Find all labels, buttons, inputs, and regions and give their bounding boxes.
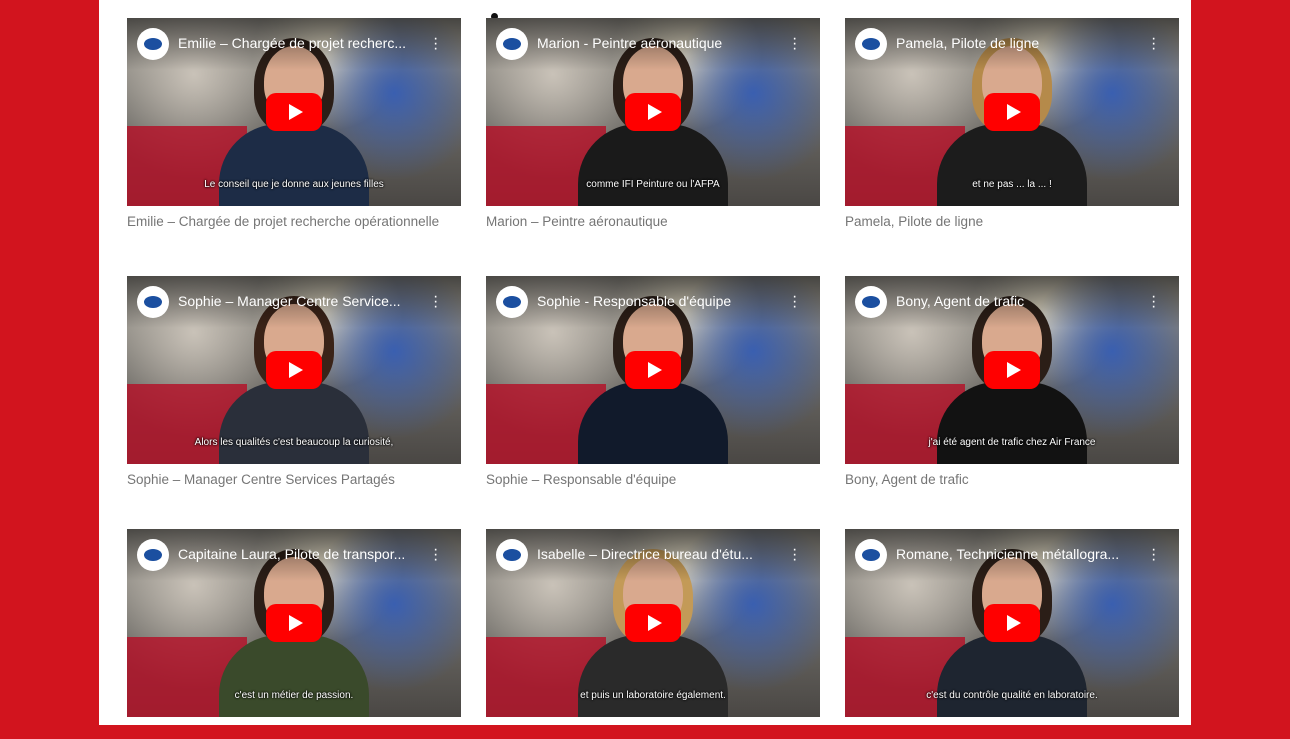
more-vert-icon[interactable]: · · · <box>433 289 438 315</box>
video-subtitle: c'est du contrôle qualité en laboratoire… <box>926 690 1098 701</box>
more-vert-icon[interactable]: · · · <box>792 542 797 568</box>
channel-logo-icon[interactable] <box>855 28 887 60</box>
content-panel: Emilie – Chargée de projet recherc... · ·… <box>99 0 1191 725</box>
more-vert-icon[interactable]: · · · <box>792 289 797 315</box>
youtube-play-icon[interactable] <box>984 93 1040 131</box>
more-vert-icon[interactable]: · · · <box>1151 31 1156 57</box>
video-subtitle: Le conseil que je donne aux jeunes fille… <box>204 179 384 190</box>
video-subtitle: et ne pas ... la ... ! <box>972 179 1052 190</box>
video-thumbnail[interactable]: Sophie - Responsable d'équipe · · · <box>486 276 820 464</box>
channel-logo-icon[interactable] <box>496 539 528 571</box>
video-card: Marion - Peintre aéronautique · · · comme … <box>486 18 820 276</box>
channel-logo-icon[interactable] <box>137 28 169 60</box>
video-card: Emilie – Chargée de projet recherc... · ·… <box>127 18 461 276</box>
video-title[interactable]: Sophie – Manager Centre Service... <box>178 293 418 309</box>
channel-logo-icon[interactable] <box>496 28 528 60</box>
video-card: Bony, Agent de trafic · · · j'ai été agent… <box>845 276 1179 529</box>
video-card: Capitaine Laura, Pilote de transpor... ·… <box>127 529 461 739</box>
youtube-play-icon[interactable] <box>266 93 322 131</box>
video-thumbnail[interactable]: Pamela, Pilote de ligne · · · et ne pas ..… <box>845 18 1179 206</box>
more-vert-icon[interactable]: · · · <box>792 31 797 57</box>
video-title[interactable]: Sophie - Responsable d'équipe <box>537 293 777 309</box>
youtube-play-icon[interactable] <box>625 93 681 131</box>
video-card: Sophie – Manager Centre Service... · · · A… <box>127 276 461 529</box>
video-thumbnail[interactable]: Isabelle – Directrice bureau d'étu... · ·… <box>486 529 820 717</box>
video-thumbnail[interactable]: Marion - Peintre aéronautique · · · comme … <box>486 18 820 206</box>
video-subtitle: Alors les qualités c'est beaucoup la cur… <box>194 437 394 448</box>
video-caption: Pamela, Pilote de ligne <box>845 214 984 229</box>
video-title[interactable]: Romane, Technicienne métallogra... <box>896 546 1136 562</box>
video-title[interactable]: Isabelle – Directrice bureau d'étu... <box>537 546 777 562</box>
channel-logo-icon[interactable] <box>496 286 528 318</box>
more-vert-icon[interactable]: · · · <box>1151 542 1156 568</box>
video-caption: Bony, Agent de trafic <box>845 472 969 487</box>
video-caption: Marion – Peintre aéronautique <box>486 214 668 229</box>
video-title[interactable]: Capitaine Laura, Pilote de transpor... <box>178 546 418 562</box>
video-card: Romane, Technicienne métallogra... · · · c… <box>845 529 1179 739</box>
video-subtitle: j'ai été agent de trafic chez Air France <box>928 437 1096 448</box>
video-title[interactable]: Pamela, Pilote de ligne <box>896 35 1136 51</box>
video-subtitle: comme IFI Peinture ou l'AFPA <box>586 179 720 190</box>
youtube-play-icon[interactable] <box>266 351 322 389</box>
youtube-play-icon[interactable] <box>984 604 1040 642</box>
more-vert-icon[interactable]: · · · <box>433 31 438 57</box>
youtube-play-icon[interactable] <box>984 351 1040 389</box>
youtube-play-icon[interactable] <box>266 604 322 642</box>
channel-logo-icon[interactable] <box>137 286 169 318</box>
video-card: Sophie - Responsable d'équipe · · · Sophie… <box>486 276 820 529</box>
youtube-play-icon[interactable] <box>625 604 681 642</box>
video-subtitle: c'est un métier de passion. <box>234 690 354 701</box>
video-thumbnail[interactable]: Capitaine Laura, Pilote de transpor... ·… <box>127 529 461 717</box>
channel-logo-icon[interactable] <box>855 539 887 571</box>
video-thumbnail[interactable]: Romane, Technicienne métallogra... · · · c… <box>845 529 1179 717</box>
video-grid: Emilie – Chargée de projet recherc... · ·… <box>127 18 1179 739</box>
video-title[interactable]: Emilie – Chargée de projet recherc... <box>178 35 418 51</box>
video-title[interactable]: Bony, Agent de trafic <box>896 293 1136 309</box>
video-thumbnail[interactable]: Emilie – Chargée de projet recherc... · ·… <box>127 18 461 206</box>
video-thumbnail[interactable]: Bony, Agent de trafic · · · j'ai été agent… <box>845 276 1179 464</box>
video-caption: Sophie – Manager Centre Services Partagé… <box>127 472 395 487</box>
video-card: Pamela, Pilote de ligne · · · et ne pas ..… <box>845 18 1179 276</box>
video-subtitle: et puis un laboratoire également. <box>580 690 726 701</box>
more-vert-icon[interactable]: · · · <box>1151 289 1156 315</box>
video-card: Isabelle – Directrice bureau d'étu... · ·… <box>486 529 820 739</box>
youtube-play-icon[interactable] <box>625 351 681 389</box>
channel-logo-icon[interactable] <box>855 286 887 318</box>
more-vert-icon[interactable]: · · · <box>433 542 438 568</box>
video-caption: Sophie – Responsable d'équipe <box>486 472 677 487</box>
video-caption: Emilie – Chargée de projet recherche opé… <box>127 214 440 229</box>
video-thumbnail[interactable]: Sophie – Manager Centre Service... · · · A… <box>127 276 461 464</box>
video-title[interactable]: Marion - Peintre aéronautique <box>537 35 777 51</box>
channel-logo-icon[interactable] <box>137 539 169 571</box>
